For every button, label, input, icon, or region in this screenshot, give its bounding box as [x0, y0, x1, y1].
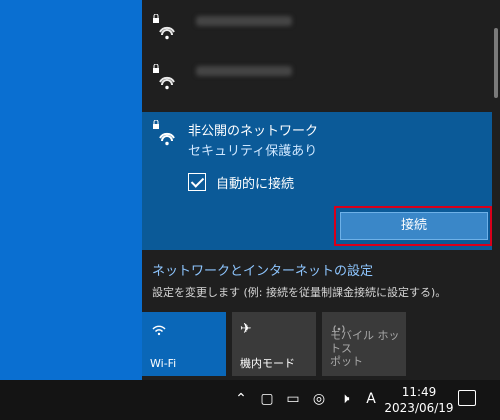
secured-wifi-icon	[153, 14, 175, 40]
network-settings-description: 設定を変更します (例: 接続を従量制課金接続に設定する)。	[152, 286, 447, 299]
airplane-icon: ✈	[240, 321, 252, 337]
globe-network-icon[interactable]: ◎	[310, 390, 328, 408]
ssid-blurred	[196, 66, 292, 76]
selected-network-item[interactable]: 非公開のネットワーク セキュリティ保護あり 自動的に接続 接続	[142, 112, 492, 250]
airplane-mode-tile[interactable]: ✈ 機内モード	[232, 312, 316, 376]
chevron-up-icon[interactable]: ⌃	[232, 390, 250, 408]
notification-center-icon[interactable]	[458, 390, 476, 406]
hotspot-tile-label: モバイル ホットス ポット	[330, 329, 406, 368]
hotspot-label-line2: ポット	[330, 355, 363, 368]
wifi-icon	[152, 325, 166, 336]
desktop-background	[0, 0, 142, 380]
clock-time: 11:49	[401, 385, 437, 399]
clock[interactable]: 11:49 2023/06/19	[382, 384, 456, 416]
clock-date: 2023/06/19	[384, 401, 454, 415]
auto-connect-row[interactable]: 自動的に接続	[188, 172, 294, 192]
ssid-blurred	[196, 16, 292, 26]
battery-icon[interactable]: ▭	[284, 390, 302, 408]
taskbar: ⌃ ▢ ▭ ◎ 🕨 A 11:49 2023/06/19	[0, 380, 500, 420]
scrollbar-thumb[interactable]	[494, 28, 498, 98]
quick-action-tiles: Wi-Fi ✈ 機内モード モバイル ホットス ポット	[142, 312, 500, 380]
hotspot-label-line1: モバイル ホットス	[330, 329, 400, 355]
volume-muted-icon[interactable]: 🕨	[336, 390, 354, 408]
highlight-outline: 接続	[334, 206, 492, 246]
wifi-network-item[interactable]	[142, 50, 492, 106]
connect-button[interactable]: 接続	[340, 212, 488, 240]
system-tray: ⌃ ▢ ▭ ◎ 🕨 A	[232, 390, 380, 408]
mobile-hotspot-tile[interactable]: モバイル ホットス ポット	[322, 312, 406, 376]
ime-indicator[interactable]: A	[362, 390, 380, 408]
wifi-tile-label: Wi-Fi	[150, 357, 177, 370]
usb-device-icon[interactable]: ▢	[258, 390, 276, 408]
wifi-network-item[interactable]	[142, 0, 492, 56]
secured-wifi-icon	[153, 64, 175, 90]
auto-connect-label: 自動的に接続	[216, 176, 295, 192]
auto-connect-checkbox[interactable]	[188, 173, 206, 191]
network-settings-link[interactable]: ネットワークとインターネットの設定	[152, 260, 373, 279]
network-security-status: セキュリティ保護あり	[188, 144, 318, 159]
airplane-tile-label: 機内モード	[240, 357, 295, 370]
secured-wifi-icon	[153, 120, 175, 146]
wifi-toggle-tile[interactable]: Wi-Fi	[142, 312, 226, 376]
network-name: 非公開のネットワーク	[188, 124, 319, 139]
